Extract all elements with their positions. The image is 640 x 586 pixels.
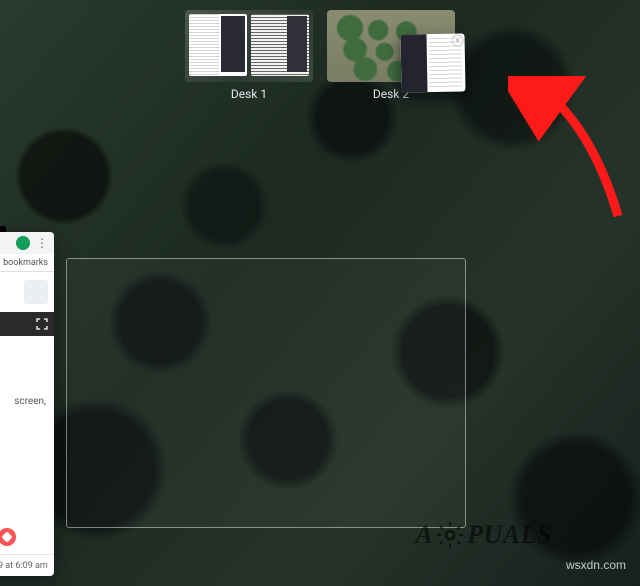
desk-2[interactable]: Desk 2 × [327,10,455,105]
brand-suffix: PUALS [467,520,552,550]
watermark-brand: A PUALS [415,520,552,550]
bookmarks-bar[interactable]: bookmarks [0,254,54,272]
brand-prefix: A [415,520,433,550]
overview-drop-target[interactable] [66,258,466,528]
kebab-menu-icon[interactable]: ⋮ [36,236,48,250]
left-window-toolbar: ⋮ [0,232,54,254]
left-window[interactable]: ⋮ bookmarks screen, 9 at 6:09 am [0,232,54,576]
extension-icon[interactable] [16,236,30,250]
avatar[interactable] [24,280,48,304]
virtual-desks-strip: Desk 1 Desk 2 × [0,10,640,105]
gear-icon [437,522,463,548]
avatar-row [0,272,54,312]
fullscreen-icon[interactable] [36,318,48,330]
bookmarks-label: bookmarks [3,258,48,268]
watermark-url: wsxdn.com [566,558,626,572]
desk-1-window-b [251,14,309,76]
desk-1-window-a [189,14,247,76]
desk-1[interactable]: Desk 1 [185,10,313,105]
left-window-footer: 9 at 6:09 am [0,554,54,576]
hangup-icon[interactable] [0,528,16,546]
dark-strip [0,312,54,336]
desk-1-thumbnail[interactable] [185,10,313,82]
left-window-body: screen, [0,336,54,408]
desk-1-label: Desk 1 [231,87,267,101]
footer-timestamp: 9 at 6:09 am [0,561,48,571]
body-hint-text: screen, [14,396,46,407]
dragged-window-preview[interactable]: × [400,33,465,92]
close-icon[interactable]: × [453,35,463,45]
